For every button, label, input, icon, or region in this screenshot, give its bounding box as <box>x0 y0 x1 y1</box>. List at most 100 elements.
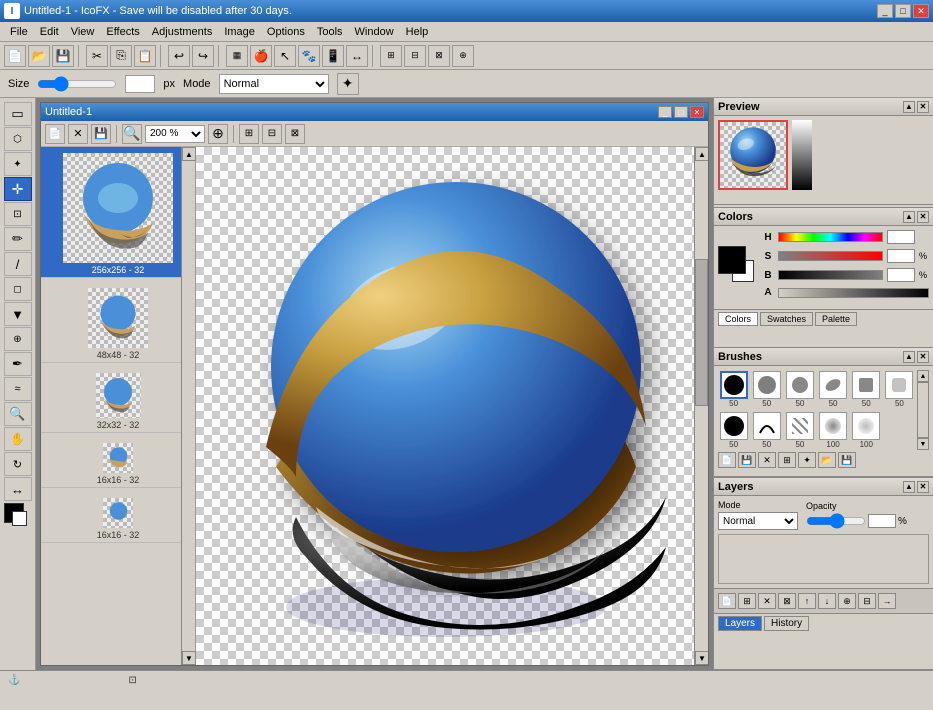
brush-tool-2[interactable]: 💾 <box>738 452 756 468</box>
opacity-slider[interactable] <box>806 513 866 529</box>
thumb-16[interactable]: 16x16 - 32 <box>41 437 195 488</box>
minimize-button[interactable]: _ <box>877 4 893 18</box>
toolbar-btn2[interactable]: 🍎 <box>250 45 272 67</box>
tool-lasso[interactable]: ⬡ <box>4 127 32 151</box>
s-track[interactable] <box>778 251 883 261</box>
colors-collapse[interactable]: ▲ <box>903 211 915 223</box>
toolbar-btn8[interactable]: ⊟ <box>404 45 426 67</box>
layers-collapse[interactable]: ▲ <box>903 481 915 493</box>
doc-tool-zoom-in[interactable]: ⊕ <box>208 124 228 144</box>
tool-magic-wand[interactable]: ✦ <box>4 152 32 176</box>
toolbar-open[interactable]: 📂 <box>28 45 50 67</box>
preview-close[interactable]: ✕ <box>917 101 929 113</box>
colors-tab-colors[interactable]: Colors <box>718 312 758 326</box>
brush-tool-5[interactable]: ✦ <box>798 452 816 468</box>
brush-item-6[interactable]: 50 <box>718 411 749 450</box>
close-button[interactable]: ✕ <box>913 4 929 18</box>
doc-close[interactable]: ✕ <box>690 106 704 118</box>
toolbar-btn5[interactable]: 📱 <box>322 45 344 67</box>
toolbar-btn7[interactable]: ⊞ <box>380 45 402 67</box>
doc-tool-close[interactable]: ✕ <box>68 124 88 144</box>
layers-tool-6[interactable]: ↓ <box>818 593 836 609</box>
tool-clone[interactable]: ⊕ <box>4 327 32 351</box>
scrollbar-thumb[interactable] <box>695 259 708 406</box>
canvas-scroll-down[interactable]: ▼ <box>695 651 708 665</box>
brush-tool-7[interactable]: 💾 <box>838 452 856 468</box>
s-value[interactable]: 0 <box>887 249 915 263</box>
tool-brush[interactable]: / <box>4 252 32 276</box>
menu-view[interactable]: View <box>65 24 101 40</box>
mode-select[interactable]: Normal Multiply Screen Overlay <box>219 74 329 94</box>
menu-file[interactable]: File <box>4 24 34 40</box>
layers-tab-history[interactable]: History <box>764 616 809 631</box>
color-swatch-container[interactable] <box>718 246 758 286</box>
doc-tool-new[interactable]: 📄 <box>45 124 65 144</box>
toolbar-new[interactable]: 📄 <box>4 45 26 67</box>
thumb-scrollbar[interactable]: ▲ ▼ <box>181 147 195 665</box>
layers-tool-5[interactable]: ↑ <box>798 593 816 609</box>
scrollbar-track[interactable] <box>695 161 708 651</box>
thumb-256[interactable]: 256x256 - 32 <box>41 147 195 278</box>
foreground-color[interactable] <box>718 246 746 274</box>
toolbar-paste[interactable]: 📋 <box>134 45 156 67</box>
tool-move[interactable]: ✛ <box>4 177 32 201</box>
toolbar-save[interactable]: 💾 <box>52 45 74 67</box>
preview-collapse[interactable]: ▲ <box>903 101 915 113</box>
brush-item-10[interactable]: 100 <box>851 411 882 450</box>
doc-tool-grid[interactable]: ⊟ <box>262 124 282 144</box>
brush-item-2[interactable]: 50 <box>784 370 815 409</box>
canvas-content[interactable]: ▲ ▼ <box>196 147 708 665</box>
h-value[interactable]: 0 <box>887 230 915 244</box>
brush-tool-4[interactable]: ⊞ <box>778 452 796 468</box>
scroll-down[interactable]: ▼ <box>182 651 196 665</box>
scroll-up[interactable]: ▲ <box>182 147 196 161</box>
toolbar-btn1[interactable]: ▦ <box>226 45 248 67</box>
layers-mode-select[interactable]: Normal Multiply Screen <box>718 512 798 530</box>
layers-tool-8[interactable]: ⊟ <box>858 593 876 609</box>
thumb-16b[interactable]: 16x16 - 32 <box>41 492 195 543</box>
toolbar-redo[interactable]: ↪ <box>192 45 214 67</box>
colors-close[interactable]: ✕ <box>917 211 929 223</box>
tool-hand[interactable]: ✋ <box>4 427 32 451</box>
colors-tab-palette[interactable]: Palette <box>815 312 857 326</box>
options-extra-btn[interactable]: ✦ <box>337 73 359 95</box>
tool-smudge[interactable]: ≈ <box>4 377 32 401</box>
menu-effects[interactable]: Effects <box>100 24 145 40</box>
toolbar-copy[interactable]: ⎘ <box>110 45 132 67</box>
toolbar-btn6[interactable]: ↔ <box>346 45 368 67</box>
canvas-scroll-up[interactable]: ▲ <box>695 147 708 161</box>
tool-text[interactable]: ↔ <box>4 477 32 501</box>
layers-tool-7[interactable]: ⊕ <box>838 593 856 609</box>
brush-item-8[interactable]: 50 <box>784 411 815 450</box>
tool-crop[interactable]: ⊡ <box>4 202 32 226</box>
tool-fill[interactable]: ▼ <box>4 302 32 326</box>
menu-options[interactable]: Options <box>261 24 311 40</box>
doc-minimize[interactable]: _ <box>658 106 672 118</box>
layers-tool-4[interactable]: ⊠ <box>778 593 796 609</box>
toolbar-cut[interactable]: ✂ <box>86 45 108 67</box>
zoom-select[interactable]: 200 % 100 % 50 % 25 % 400 % <box>145 125 205 143</box>
maximize-button[interactable]: □ <box>895 4 911 18</box>
menu-window[interactable]: Window <box>349 24 400 40</box>
b-value[interactable]: 0 <box>887 268 915 282</box>
doc-maximize[interactable]: □ <box>674 106 688 118</box>
thumb-48[interactable]: 48x48 - 32 <box>41 282 195 363</box>
brush-item-4[interactable]: 50 <box>851 370 882 409</box>
doc-tool-zoom-out[interactable]: 🔍 <box>122 124 142 144</box>
brush-item-7[interactable]: 50 <box>751 411 782 450</box>
menu-edit[interactable]: Edit <box>34 24 65 40</box>
icon-canvas[interactable] <box>216 167 676 657</box>
brushes-scroll-up[interactable]: ▲ <box>917 370 929 382</box>
layers-tool-3[interactable]: ✕ <box>758 593 776 609</box>
tool-eraser[interactable]: ◻ <box>4 277 32 301</box>
menu-tools[interactable]: Tools <box>311 24 349 40</box>
brush-item-0[interactable]: 50 <box>718 370 749 409</box>
canvas-scrollbar-v[interactable]: ▲ ▼ <box>694 147 708 665</box>
brush-item-5[interactable]: 50 <box>884 370 915 409</box>
brushes-scroll-down[interactable]: ▼ <box>917 438 929 450</box>
toolbar-btn9[interactable]: ⊠ <box>428 45 450 67</box>
toolbar-btn4[interactable]: 🐾 <box>298 45 320 67</box>
color-selector[interactable] <box>4 503 32 527</box>
tool-zoom[interactable]: 🔍 <box>4 402 32 426</box>
thumb-32[interactable]: 32x32 - 32 <box>41 367 195 433</box>
